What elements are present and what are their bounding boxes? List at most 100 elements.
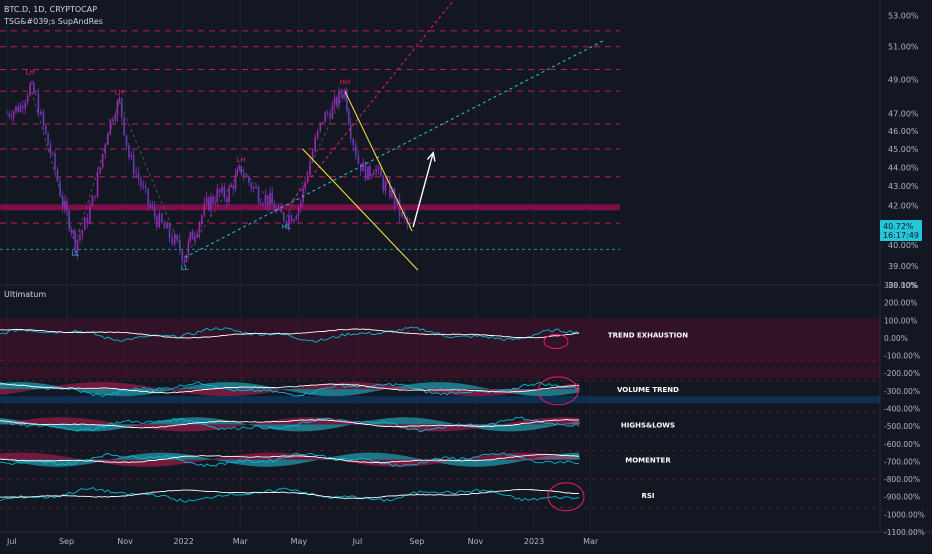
indicator-title[interactable]: TSG&#039;s SupAndRes bbox=[3, 17, 103, 26]
oscillator-band bbox=[0, 318, 880, 365]
price-tick-label: 47.00% bbox=[888, 109, 919, 118]
candle-body bbox=[147, 188, 149, 205]
candle-body bbox=[335, 97, 338, 105]
candle-body bbox=[205, 197, 208, 204]
candle-body bbox=[257, 188, 260, 203]
candle-body bbox=[226, 198, 228, 203]
candle-body bbox=[216, 188, 219, 202]
candle-body bbox=[37, 93, 40, 115]
candle-body bbox=[163, 222, 166, 229]
candle-body bbox=[355, 145, 357, 156]
candle-body bbox=[322, 122, 324, 123]
candle-body bbox=[384, 182, 387, 191]
candle-body bbox=[371, 174, 373, 177]
oscillator-tick-label: -900.00% bbox=[884, 493, 920, 502]
price-tick-label: 51.00% bbox=[888, 43, 919, 52]
oscillator-tick-label: 0.00% bbox=[884, 334, 908, 343]
oscillator-tick-label: 200.00% bbox=[884, 299, 917, 308]
candle-body bbox=[236, 169, 239, 175]
oscillator-band bbox=[0, 366, 880, 379]
oscillator-panel-label: RSI bbox=[641, 492, 654, 500]
candle-body bbox=[367, 166, 369, 180]
time-tick-label: Jul bbox=[6, 537, 17, 546]
candle-body bbox=[252, 186, 255, 189]
candle-body bbox=[201, 215, 203, 223]
candle-body bbox=[309, 161, 311, 176]
oscillator-tick-label: 300.00% bbox=[884, 281, 917, 290]
candle-body bbox=[255, 186, 257, 189]
candle-body bbox=[47, 133, 49, 145]
candle-body bbox=[161, 213, 163, 223]
candle-body bbox=[269, 192, 271, 206]
candle-body bbox=[329, 113, 331, 119]
candle-body bbox=[10, 116, 13, 118]
candle-body bbox=[377, 167, 380, 170]
candle-body bbox=[314, 137, 316, 152]
pivot-label: LH bbox=[115, 89, 124, 97]
candle-body bbox=[96, 172, 99, 198]
candle-body bbox=[375, 169, 377, 173]
candle-body bbox=[51, 153, 54, 154]
candle-body bbox=[54, 153, 56, 170]
time-tick-label: Mar bbox=[233, 537, 249, 546]
candle-body bbox=[94, 195, 96, 198]
pivot-label: LH bbox=[237, 156, 246, 164]
candle-body bbox=[347, 110, 350, 124]
candle-body bbox=[144, 185, 147, 189]
candle-body bbox=[15, 106, 17, 112]
candle-body bbox=[290, 215, 293, 222]
candle-body bbox=[109, 119, 112, 134]
candle-body bbox=[40, 111, 42, 115]
chart-root: LH LH LL LL LH HL HH TREND EXHAUSTION VOLUME TR… bbox=[0, 0, 932, 550]
candle-body bbox=[86, 217, 89, 224]
price-tick-label: 44.00% bbox=[888, 163, 919, 172]
oscillator-tick-label: -100.00% bbox=[884, 352, 920, 361]
candle-body bbox=[168, 224, 171, 238]
pivot-label: LL bbox=[181, 264, 189, 272]
price-badge-value: 40.72% bbox=[883, 222, 914, 231]
candle-body bbox=[42, 111, 45, 126]
candle-body bbox=[137, 172, 140, 180]
candle-body bbox=[44, 125, 47, 134]
candle-body bbox=[166, 224, 168, 229]
time-tick-label: 2022 bbox=[173, 537, 193, 546]
candle-body bbox=[140, 179, 142, 187]
candle-body bbox=[191, 231, 194, 240]
candle-body bbox=[221, 186, 223, 193]
oscillator-panel-label: TREND EXHAUSTION bbox=[608, 331, 688, 339]
candle-body bbox=[135, 172, 137, 174]
candle-body bbox=[218, 188, 221, 193]
candle-body bbox=[349, 123, 352, 139]
time-tick-label: Jul bbox=[352, 537, 363, 546]
pivot-label: LL bbox=[71, 249, 79, 257]
price-tick-label: 43.00% bbox=[888, 182, 919, 191]
candle-body bbox=[248, 176, 250, 183]
candle-body bbox=[243, 173, 245, 177]
candle-body bbox=[123, 116, 125, 136]
candle-body bbox=[340, 90, 342, 95]
subpanel-title[interactable]: Ultimatum bbox=[4, 290, 46, 299]
candle-body bbox=[228, 187, 230, 203]
symbol-title[interactable]: BTC.D, 1D, CRYPTOCAP bbox=[4, 5, 97, 14]
candle-body bbox=[382, 176, 385, 191]
candle-body bbox=[212, 196, 214, 203]
candle-body bbox=[214, 201, 216, 203]
candle-body bbox=[398, 198, 401, 217]
candle-body bbox=[8, 113, 11, 117]
candle-body bbox=[401, 212, 403, 217]
pivot-label: HH bbox=[340, 78, 351, 86]
price-tick-label: 45.00% bbox=[888, 145, 919, 154]
candle-body bbox=[234, 174, 237, 189]
candle-body bbox=[194, 236, 196, 240]
time-tick-label: Sep bbox=[59, 537, 74, 546]
candle-body bbox=[29, 83, 31, 96]
candle-body bbox=[324, 112, 327, 123]
oscillator-tick-label: -400.00% bbox=[884, 405, 920, 414]
oscillator-tick-label: -700.00% bbox=[884, 457, 920, 466]
candle-body bbox=[210, 196, 212, 211]
candle-body bbox=[189, 231, 192, 241]
candle-body bbox=[326, 112, 329, 114]
candle-body bbox=[142, 185, 145, 187]
candle-body bbox=[17, 106, 19, 112]
candle-body bbox=[245, 176, 248, 177]
